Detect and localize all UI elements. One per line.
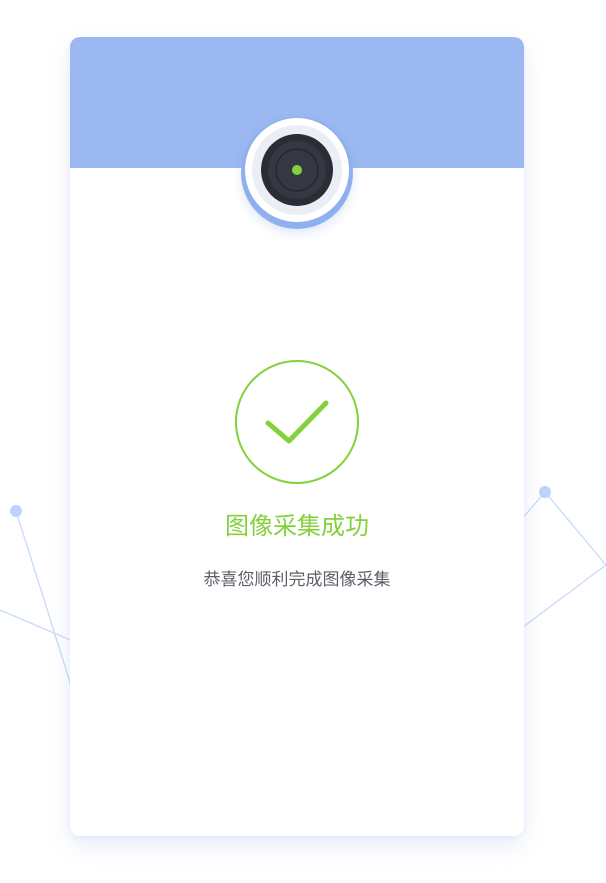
- camera-badge: [241, 117, 353, 229]
- camera-icon: [241, 117, 353, 229]
- success-subtitle: 恭喜您顺利完成图像采集: [203, 570, 391, 590]
- result-card: 图像采集成功 恭喜您顺利完成图像采集: [70, 37, 524, 836]
- success-icon-wrap: [234, 359, 360, 485]
- page-background: 图像采集成功 恭喜您顺利完成图像采集: [0, 0, 606, 883]
- check-circle-icon: [235, 360, 359, 484]
- success-title: 图像采集成功: [225, 512, 369, 540]
